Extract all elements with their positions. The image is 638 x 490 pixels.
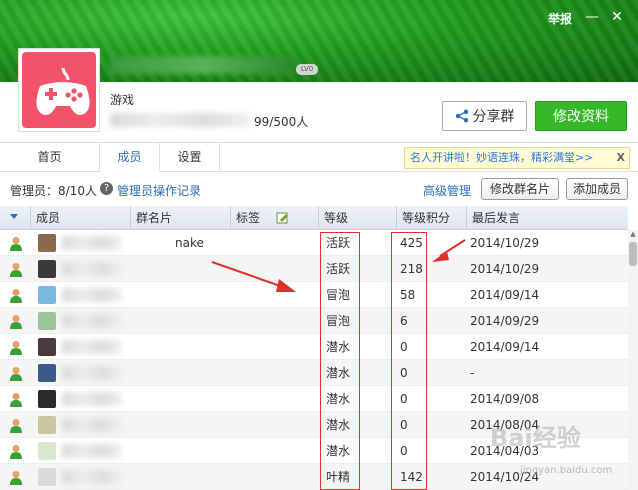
watermark-logo: Bai经验 xyxy=(490,424,581,452)
watermark-url: jingyan.baidu.com xyxy=(520,465,613,476)
